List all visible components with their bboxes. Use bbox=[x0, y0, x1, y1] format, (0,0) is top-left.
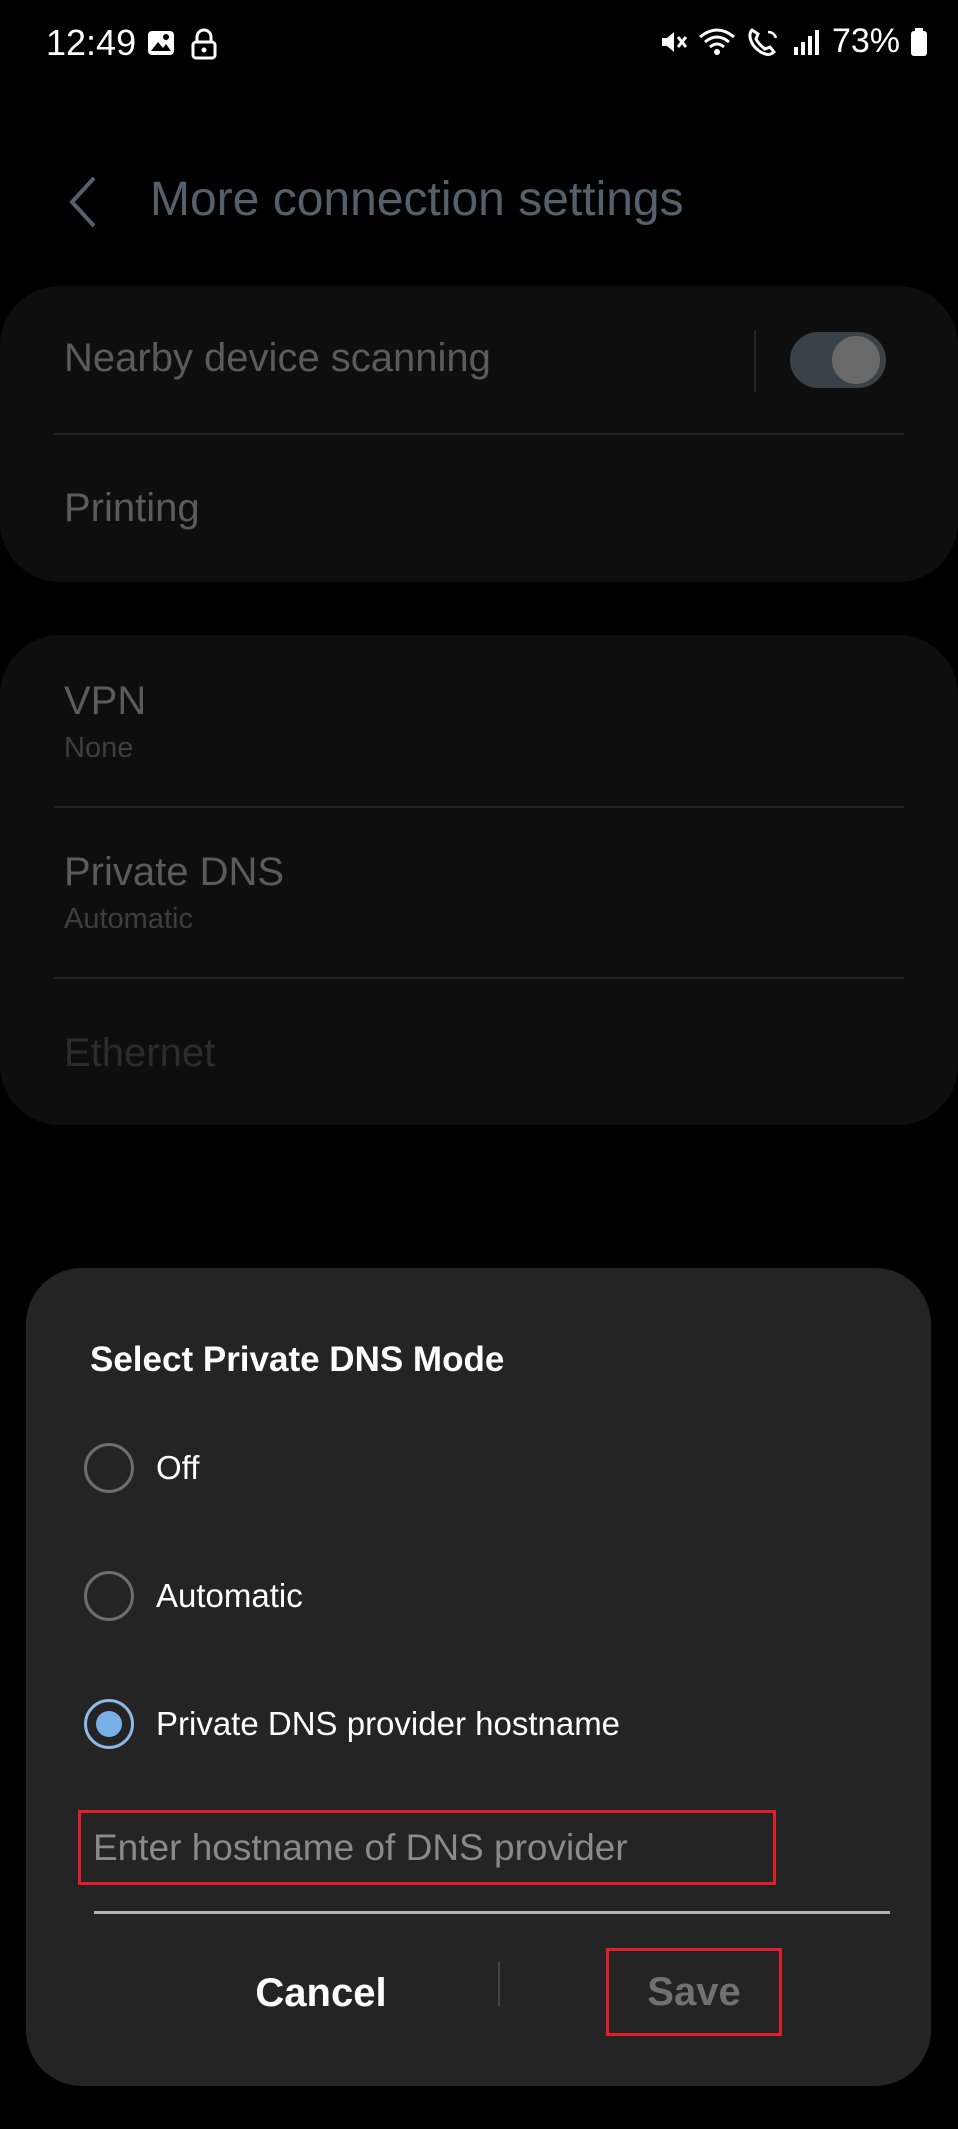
radio-option-off[interactable]: Off bbox=[84, 1438, 199, 1498]
vpn-row[interactable]: VPN None bbox=[64, 679, 146, 765]
dialog-title: Select Private DNS Mode bbox=[90, 1340, 505, 1379]
status-time: 12:49 bbox=[46, 22, 137, 63]
ethernet-label: Ethernet bbox=[64, 1031, 216, 1075]
private-dns-label: Private DNS bbox=[64, 850, 285, 894]
page-header: More connection settings bbox=[0, 160, 958, 240]
wifi-icon bbox=[698, 28, 735, 55]
toggle-knob bbox=[832, 336, 880, 384]
settings-card-1: Nearby device scanning Printing bbox=[0, 286, 958, 582]
printing-row[interactable]: Printing bbox=[64, 486, 200, 531]
vpn-label: VPN bbox=[64, 679, 147, 723]
input-underline bbox=[94, 1911, 890, 1914]
button-separator bbox=[498, 1962, 500, 2006]
private-dns-row[interactable]: Private DNS Automatic bbox=[64, 850, 284, 936]
radio-label: Automatic bbox=[156, 1577, 303, 1614]
radio-option-automatic[interactable]: Automatic bbox=[84, 1566, 303, 1626]
radio-button[interactable] bbox=[84, 1699, 134, 1749]
divider bbox=[54, 433, 904, 435]
radio-label: Private DNS provider hostname bbox=[156, 1705, 621, 1742]
private-dns-dialog: Select Private DNS Mode Off Automatic Pr… bbox=[26, 1268, 931, 2086]
settings-card-2: VPN None Private DNS Automatic Ethernet bbox=[0, 635, 958, 1125]
ethernet-row: Ethernet bbox=[64, 1031, 215, 1076]
wifi-calling-icon bbox=[748, 27, 778, 56]
divider bbox=[54, 806, 904, 808]
private-dns-status: Automatic bbox=[64, 903, 193, 935]
printing-label: Printing bbox=[64, 486, 200, 530]
radio-button[interactable] bbox=[84, 1443, 134, 1493]
mute-icon bbox=[661, 31, 688, 52]
hostname-input[interactable] bbox=[78, 1810, 776, 1885]
radio-button[interactable] bbox=[84, 1571, 134, 1621]
nearby-scanning-toggle[interactable] bbox=[790, 332, 886, 388]
status-bar: 12:49 73% bbox=[0, 0, 958, 90]
battery-percent: 73% bbox=[831, 22, 900, 60]
signal-icon bbox=[793, 29, 819, 55]
nearby-device-scanning-label: Nearby device scanning bbox=[64, 336, 491, 380]
divider bbox=[54, 977, 904, 979]
back-icon[interactable] bbox=[60, 174, 110, 230]
save-button[interactable]: Save bbox=[606, 1948, 782, 2036]
vpn-status: None bbox=[64, 732, 134, 764]
radio-label: Off bbox=[156, 1449, 200, 1486]
nearby-device-scanning-row[interactable]: Nearby device scanning bbox=[64, 336, 491, 381]
radio-option-hostname[interactable]: Private DNS provider hostname bbox=[84, 1694, 620, 1754]
page-title: More connection settings bbox=[150, 173, 684, 226]
battery-icon bbox=[911, 27, 927, 56]
cancel-button[interactable]: Cancel bbox=[206, 1958, 436, 2028]
toggle-separator bbox=[754, 330, 756, 392]
lock-icon bbox=[191, 28, 217, 60]
image-icon bbox=[148, 31, 174, 55]
